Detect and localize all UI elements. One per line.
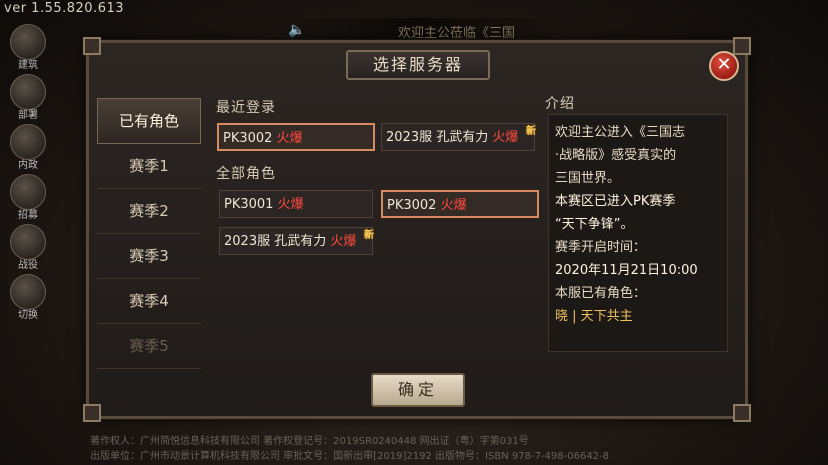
server-name: 2023服 孔武有力	[224, 234, 327, 249]
tab-existing-roles[interactable]: 已有角色	[97, 98, 201, 144]
recent-login-label: 最近登录	[216, 100, 276, 116]
server-status: 火爆	[330, 234, 357, 249]
corner-ornament	[83, 404, 101, 422]
intro-line: 三国世界。	[555, 171, 621, 186]
intro-line: ·战略版》感受真实的	[555, 148, 677, 163]
politics-icon[interactable]: 内政	[10, 124, 46, 171]
banner-text: 欢迎主公莅临《三国	[398, 26, 516, 41]
server-item-pk3001[interactable]: PK3001 火爆	[219, 190, 373, 218]
server-name: PK3002	[387, 198, 437, 213]
intro-line: 本服已有角色：	[555, 286, 647, 301]
tab-season-2[interactable]: 赛季2	[97, 189, 201, 234]
intro-line: 2020年11月21日10:00	[555, 263, 698, 278]
switch-label: 切换	[18, 310, 38, 321]
corner-ornament	[733, 404, 751, 422]
close-button[interactable]: ✕	[709, 51, 739, 81]
server-item-recent-pk3002[interactable]: PK3002 火爆	[217, 123, 375, 151]
server-status: 火爆	[492, 130, 519, 145]
corner-ornament	[83, 37, 101, 55]
switch-icon[interactable]: 切换	[10, 274, 46, 321]
recruit-icon[interactable]: 招募	[10, 174, 46, 221]
close-icon: ✕	[716, 54, 732, 75]
all-roles-label: 全部角色	[216, 166, 276, 182]
confirm-button[interactable]: 确定	[371, 373, 465, 407]
server-name: PK3002	[223, 131, 273, 146]
tab-season-5[interactable]: 赛季5	[97, 324, 201, 369]
server-status: 火爆	[440, 198, 467, 213]
tab-season-4[interactable]: 赛季4	[97, 279, 201, 324]
intro-line: 晓 | 天下共主	[555, 309, 633, 324]
battle-label: 战役	[18, 260, 38, 271]
deploy-icon[interactable]: 部署	[10, 74, 46, 121]
politics-label: 内政	[18, 160, 38, 171]
battle-icon[interactable]: 战役	[10, 224, 46, 271]
intro-panel: 欢迎主公进入《三国志 ·战略版》感受真实的 三国世界。 本赛区已进入PK赛季 “…	[548, 114, 728, 352]
copyright-footer: 著作权人：广州简悦信息科技有限公司 著作权登记号：2019SR0240448 网…	[90, 434, 740, 464]
server-status: 火爆	[277, 197, 304, 212]
dialog-title: 选择服务器	[346, 50, 490, 80]
intro-line: 本赛区已进入PK赛季	[555, 194, 676, 209]
tab-season-1[interactable]: 赛季1	[97, 144, 201, 189]
recruit-label: 招募	[18, 210, 38, 221]
deploy-label: 部署	[18, 110, 38, 121]
server-item-recent-2023[interactable]: 2023服 孔武有力 火爆 新	[381, 123, 536, 151]
server-name: 2023服 孔武有力	[386, 130, 489, 145]
intro-line: 赛季开启时间：	[555, 240, 647, 255]
server-item-pk3002[interactable]: PK3002 火爆	[381, 190, 539, 218]
new-badge: 新	[364, 230, 374, 241]
server-status: 火爆	[276, 131, 303, 146]
version-label: ver 1.55.820.613	[4, 1, 125, 16]
server-name: PK3001	[224, 197, 274, 212]
speaker-icon[interactable]: 🔈	[288, 22, 305, 38]
build-label: 建筑	[18, 60, 38, 71]
tab-season-3[interactable]: 赛季3	[97, 234, 201, 279]
server-item-2023[interactable]: 2023服 孔武有力 火爆 新	[219, 227, 374, 255]
copyright-line: 著作权人：广州简悦信息科技有限公司 著作权登记号：2019SR0240448 网…	[90, 436, 529, 447]
new-badge: 新	[526, 126, 536, 137]
tab-list: 已有角色 赛季1 赛季2 赛季3 赛季4 赛季5	[97, 98, 201, 369]
intro-label: 介绍	[545, 96, 575, 112]
copyright-line: 出版单位：广州市动景计算机科技有限公司 审批文号：国新出审[2019]2192 …	[90, 451, 610, 462]
build-icon[interactable]: 建筑	[10, 24, 46, 71]
intro-line: 欢迎主公进入《三国志	[555, 125, 686, 140]
corner-ornament	[733, 37, 751, 55]
intro-line: “天下争锋”。	[555, 217, 634, 232]
left-sidebar: 建筑 部署 内政 招募 战役 切换	[6, 24, 46, 324]
